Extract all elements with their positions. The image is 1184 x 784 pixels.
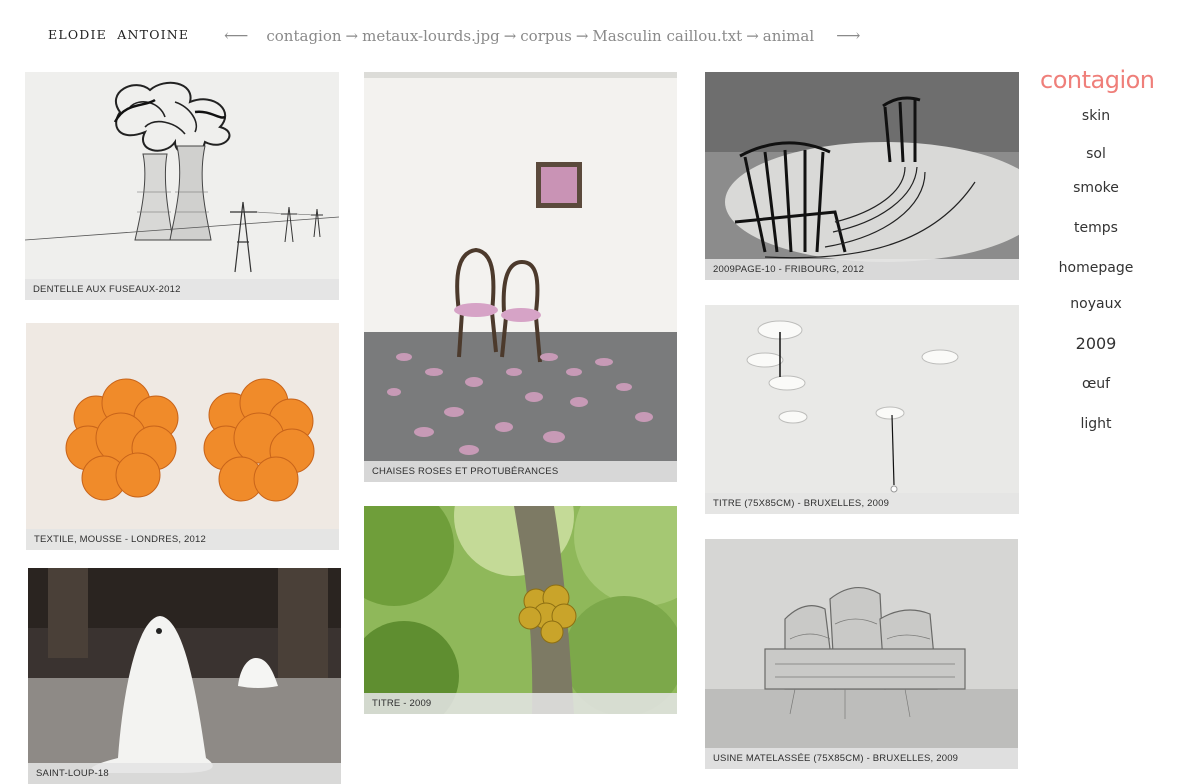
tile-caption: TEXTILE, MOUSSE - LONDRES, 2012 bbox=[26, 529, 339, 550]
gallery-tile-textile-mousse[interactable]: TEXTILE, MOUSSE - LONDRES, 2012 bbox=[26, 323, 339, 550]
tile-caption: DENTELLE AUX FUSEAUX-2012 bbox=[25, 279, 339, 300]
breadcrumb-item-corpus[interactable]: corpus bbox=[520, 27, 572, 45]
tile-caption: CHAISES ROSES ET PROTUBÉRANCES bbox=[364, 461, 677, 482]
gallery-tile-chaises-roses[interactable]: CHAISES ROSES ET PROTUBÉRANCES bbox=[364, 72, 677, 482]
orange-foam-image bbox=[26, 323, 339, 550]
sidebar-item-noyaux[interactable]: noyaux bbox=[1040, 296, 1152, 312]
gallery-tile-saint-loup[interactable]: SAINT-LOUP-18 bbox=[28, 568, 341, 784]
breadcrumb-separator-arrow-icon: → bbox=[746, 27, 759, 45]
sidebar-item-2009[interactable]: 2009 bbox=[1040, 334, 1152, 353]
ghost-sculptures-image bbox=[28, 568, 341, 784]
rocking-chair-image bbox=[705, 72, 1019, 280]
breadcrumb-item-contagion[interactable]: contagion bbox=[266, 27, 341, 45]
left-arrow-icon[interactable]: ⟵ bbox=[224, 26, 248, 46]
site-author-logo[interactable]: ELODIE ANTOINE bbox=[48, 27, 189, 42]
sidebar-item-temps[interactable]: temps bbox=[1040, 220, 1152, 236]
sidebar-item-sol[interactable]: sol bbox=[1040, 146, 1152, 162]
gallery-tile-titre-2009-tree[interactable]: TITRE - 2009 bbox=[364, 506, 677, 714]
gallery-tile-fribourg[interactable]: 2009PAGE-10 - FRIBOURG, 2012 bbox=[705, 72, 1019, 280]
sidebar-item-oeuf[interactable]: œuf bbox=[1040, 376, 1152, 392]
breadcrumb-separator-arrow-icon: → bbox=[503, 27, 517, 45]
breadcrumb-item-animal[interactable]: animal bbox=[763, 27, 814, 45]
breadcrumb-item-metaux-lourds[interactable]: metaux-lourds.jpg bbox=[362, 27, 500, 45]
breadcrumb-item-masculin-caillou[interactable]: Masculin caillou.txt bbox=[592, 27, 742, 45]
tile-caption: TITRE - 2009 bbox=[364, 693, 677, 714]
right-arrow-icon[interactable]: ⟶ bbox=[836, 26, 860, 46]
gallery-tile-dentelle[interactable]: DENTELLE AUX FUSEAUX-2012 bbox=[25, 72, 339, 300]
tile-caption: SAINT-LOUP-18 bbox=[28, 763, 341, 784]
gallery-tile-usine-matelassee[interactable]: USINE MATELASSÉE (75X85CM) - BRUXELLES, … bbox=[705, 539, 1018, 769]
sidebar-item-light[interactable]: light bbox=[1040, 416, 1152, 432]
lace-power-plant-image bbox=[25, 72, 339, 300]
ceiling-roses-image bbox=[705, 305, 1019, 514]
sidebar-item-skin[interactable]: skin bbox=[1040, 108, 1152, 124]
tree-growth-image bbox=[364, 506, 677, 714]
breadcrumb-separator-arrow-icon: → bbox=[575, 27, 589, 45]
pink-chairs-image bbox=[364, 72, 677, 482]
tile-caption: 2009PAGE-10 - FRIBOURG, 2012 bbox=[705, 259, 1019, 280]
quilted-factory-image bbox=[705, 539, 1018, 769]
breadcrumb-separator-arrow-icon: → bbox=[345, 27, 359, 45]
breadcrumb: ⟵ contagion → metaux-lourds.jpg → corpus… bbox=[224, 24, 861, 48]
tile-caption: USINE MATELASSÉE (75X85CM) - BRUXELLES, … bbox=[705, 748, 1018, 769]
sidebar-item-smoke[interactable]: smoke bbox=[1040, 180, 1152, 196]
tile-caption: TITRE (75X85CM) - BRUXELLES, 2009 bbox=[705, 493, 1019, 514]
sidebar-item-homepage[interactable]: homepage bbox=[1040, 260, 1152, 276]
gallery-tile-ceiling[interactable]: TITRE (75X85CM) - BRUXELLES, 2009 bbox=[705, 305, 1019, 514]
sidebar-title[interactable]: contagion bbox=[1040, 66, 1155, 94]
